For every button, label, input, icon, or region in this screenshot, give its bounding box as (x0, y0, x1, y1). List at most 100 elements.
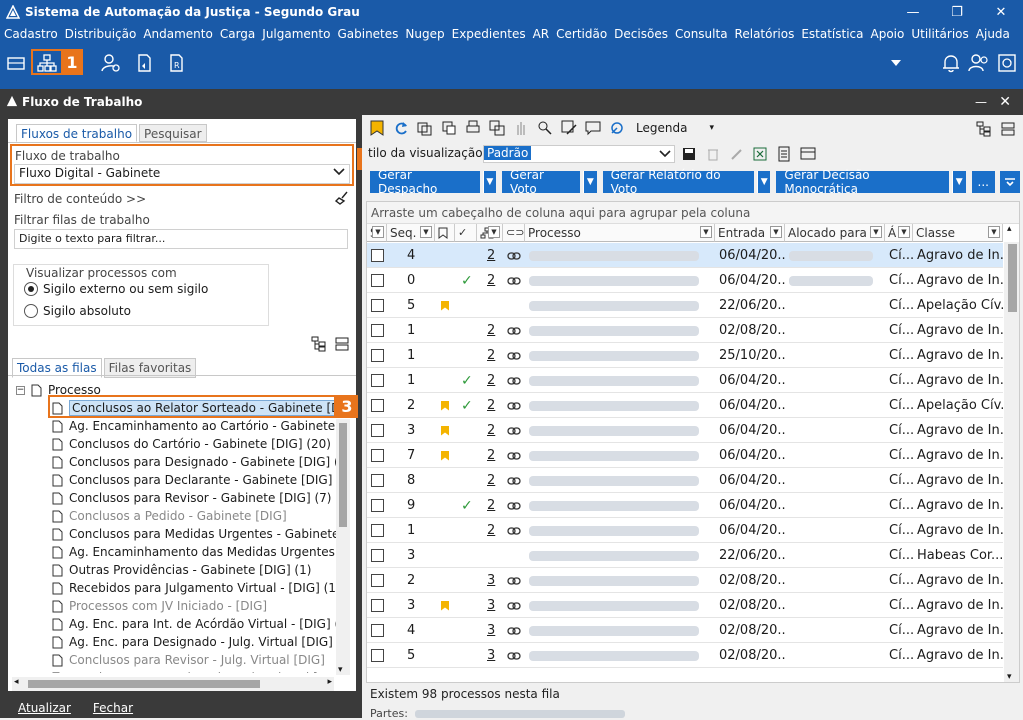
tree-item[interactable]: Conclusos do Cartório - Gabinete [DIG] (… (52, 435, 331, 453)
link-icon[interactable] (507, 576, 521, 586)
overflow-icon[interactable] (999, 171, 1020, 193)
row-count-link[interactable]: 2 (487, 373, 495, 388)
table-row[interactable]: 1 2 02/08/20... Cí... Agravo de In... (367, 318, 1003, 343)
column-header-0[interactable]: S...▼ (367, 224, 387, 242)
row-count-link[interactable]: 2 (487, 348, 495, 363)
row-count-link[interactable]: 2 (487, 273, 495, 288)
expand-tree-icon[interactable] (311, 336, 327, 355)
user-settings-icon[interactable] (100, 52, 122, 74)
table-row[interactable]: 9 ✓ 2 06/04/20... Cí... Agravo de In... (367, 493, 1003, 518)
menu-item-11[interactable]: Consulta (675, 27, 728, 41)
menu-item-15[interactable]: Utilitários (911, 27, 968, 41)
row-count-link[interactable]: 2 (487, 473, 495, 488)
row-checkbox[interactable] (371, 649, 384, 662)
row-checkbox[interactable] (371, 299, 384, 312)
menu-item-5[interactable]: Gabinetes (337, 27, 398, 41)
gerar-relatorio-dropdown-icon[interactable]: ▼ (756, 171, 771, 193)
tree-vertical-scrollbar[interactable]: ▾ (336, 419, 350, 675)
menu-item-8[interactable]: AR (533, 27, 550, 41)
column-header-7[interactable]: Entrada ▼ (715, 224, 785, 242)
column-header-5[interactable]: ⊂⊃ (503, 224, 525, 242)
tree-item[interactable]: Processos com JV Iniciado - [DIG] (52, 597, 267, 615)
tree-item[interactable]: Conclusos para Declarante - Gabinete [DI… (52, 471, 346, 489)
table-row[interactable]: 5 22/06/20... Cí...Apelação Cív... (367, 293, 1003, 318)
column-filter-icon[interactable]: ▼ (488, 226, 500, 238)
row-count-link[interactable]: 2 (487, 523, 495, 538)
document-return-icon[interactable] (133, 52, 155, 74)
process-number-redacted[interactable] (529, 425, 699, 436)
close-link[interactable]: Fechar (93, 701, 133, 715)
content-filter-toggle[interactable]: Filtro de conteúdo >> (14, 192, 146, 206)
row-count-link[interactable]: 2 (487, 448, 495, 463)
column-header-3[interactable]: ✓ (455, 224, 477, 242)
radio-sigilo-absoluto[interactable]: Sigilo absoluto (24, 304, 131, 318)
row-count-link[interactable]: 2 (487, 498, 495, 513)
column-filter-icon[interactable]: ▼ (988, 226, 1000, 238)
process-number-redacted[interactable] (529, 325, 699, 336)
row-count-link[interactable]: 3 (487, 648, 495, 663)
row-count-link[interactable]: 3 (487, 598, 495, 613)
collapse-node-icon[interactable]: − (16, 385, 25, 395)
flow-select[interactable]: Fluxo Digital - Gabinete (14, 164, 350, 184)
link-icon[interactable] (507, 326, 521, 336)
refresh-icon[interactable] (392, 119, 410, 137)
tree-item[interactable]: Ag. Encaminhamento das Medidas Urgentes … (52, 543, 346, 561)
process-number-redacted[interactable] (529, 600, 699, 611)
close-window-icon[interactable]: ✕ (979, 0, 1023, 24)
search-user-icon[interactable] (536, 119, 554, 137)
comment-icon[interactable] (584, 119, 602, 137)
row-checkbox[interactable] (371, 374, 384, 387)
column-filter-icon[interactable]: ▼ (420, 226, 432, 238)
gerar-voto-button[interactable]: Gerar Voto (502, 168, 581, 196)
tree-horizontal-scrollbar[interactable]: ◂ ▸ (12, 677, 334, 691)
grid-vertical-scrollbar[interactable]: ▴ ▾ (1004, 224, 1019, 682)
column-header-1[interactable]: Seq. ▼ (387, 224, 435, 242)
process-number-redacted[interactable] (529, 650, 699, 661)
column-header-8[interactable]: Alocado para ... ▼ (785, 224, 885, 242)
menu-item-6[interactable]: Nugep (405, 27, 444, 41)
row-checkbox[interactable] (371, 599, 384, 612)
menu-item-4[interactable]: Julgamento (262, 27, 330, 41)
menu-item-14[interactable]: Apoio (871, 27, 905, 41)
minimize-icon[interactable]: — (891, 0, 935, 24)
tree-item[interactable]: Ag. Enc. para Int. de Acórdão Virtual - … (52, 615, 346, 633)
column-header-9[interactable]: Á ▼ (885, 224, 913, 242)
tree-item[interactable]: Conclusos para Revisor - Julg. Virtual [… (52, 651, 325, 669)
copy-icon[interactable] (416, 119, 434, 137)
column-header-6[interactable]: Processo ▼ (525, 224, 715, 242)
gerar-decisao-dropdown-icon[interactable]: ▼ (952, 171, 966, 193)
column-filter-icon[interactable]: ▼ (770, 226, 782, 238)
menu-item-13[interactable]: Estatística (801, 27, 863, 41)
link-icon[interactable] (507, 376, 521, 386)
queue-filter-input[interactable]: Digite o texto para filtrar... (14, 229, 348, 249)
view-style-select[interactable]: Padrão (483, 145, 675, 163)
link-icon[interactable] (507, 626, 521, 636)
menu-item-0[interactable]: Cadastro (4, 27, 58, 41)
gerar-voto-dropdown-icon[interactable]: ▼ (583, 171, 597, 193)
scroll-left-icon[interactable]: ◂ (14, 677, 19, 687)
row-checkbox[interactable] (371, 399, 384, 412)
legend-label[interactable]: Legenda (636, 121, 687, 135)
link-icon[interactable] (507, 251, 521, 261)
column-filter-icon[interactable]: ▼ (700, 226, 712, 238)
process-number-redacted[interactable] (529, 400, 699, 411)
gerar-relatorio-button[interactable]: Gerar Relatório do Voto (602, 168, 754, 196)
row-count-link[interactable]: 2 (487, 323, 495, 338)
process-number-redacted[interactable] (529, 475, 699, 486)
tree-item[interactable]: Ag. Enc. para Designado - Julg. Virtual … (52, 633, 346, 651)
table-row[interactable]: 3 3 02/08/20... Cí... Agravo de In... (367, 593, 1003, 618)
users-icon[interactable] (968, 52, 990, 74)
link-icon[interactable] (507, 276, 521, 286)
row-checkbox[interactable] (371, 624, 384, 637)
process-number-redacted[interactable] (529, 350, 699, 361)
process-number-redacted[interactable] (529, 625, 699, 636)
table-row[interactable]: 4 2 06/04/20... Cí... Agravo de In... (367, 243, 1003, 268)
table-row[interactable]: 3 22/06/20... Cí... Habeas Cor... (367, 543, 1003, 568)
link-icon[interactable] (507, 651, 521, 661)
legend-dropdown-icon[interactable]: ▾ (709, 123, 714, 133)
expand-grid-icon[interactable] (976, 121, 992, 140)
tree-item[interactable]: Conclusos para Designado - Julg. Virtual… (52, 669, 346, 673)
process-number-redacted[interactable] (529, 575, 699, 586)
tab-pesquisar[interactable]: Pesquisar (139, 124, 207, 142)
tree-item[interactable]: Conclusos para Revisor - Gabinete [DIG] … (52, 489, 331, 507)
